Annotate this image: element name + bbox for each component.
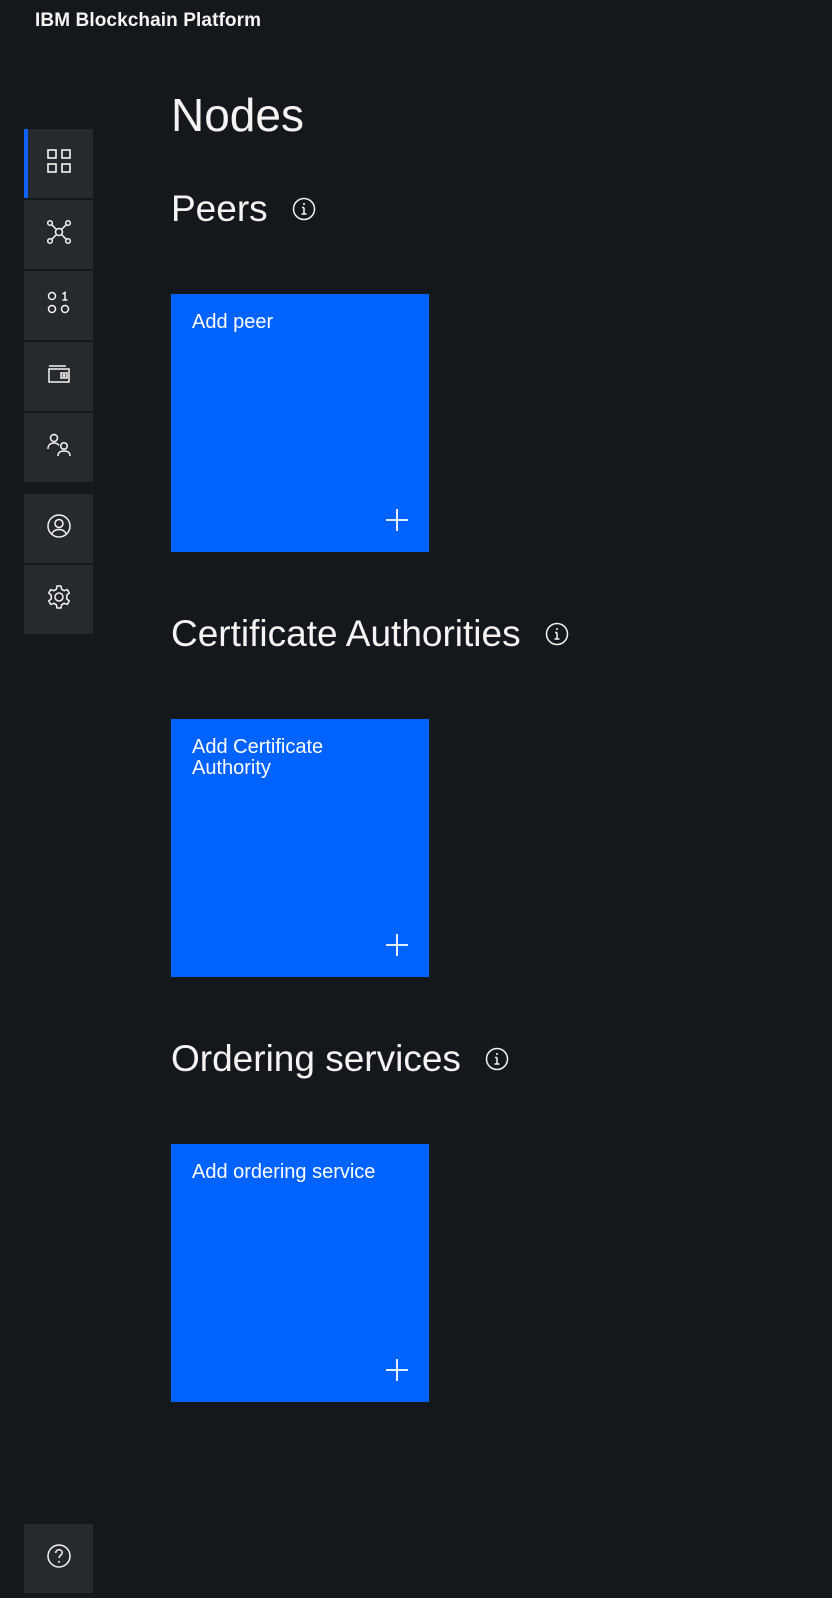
gear-icon — [46, 584, 72, 615]
sidebar-item-channels[interactable] — [24, 200, 93, 269]
sidebar-item-users[interactable] — [24, 494, 93, 563]
sidebar-item-organizations[interactable] — [24, 413, 93, 482]
help-icon — [46, 1543, 72, 1574]
wallet-icon — [46, 361, 72, 392]
dashboard-grid-icon — [46, 148, 72, 179]
app-title: IBM Blockchain Platform — [35, 10, 262, 31]
section-title-ordering-services: Ordering services — [171, 1038, 509, 1080]
user-avatar-icon — [46, 513, 72, 544]
app-root: IBM Blockchain Platform Nodes Peers Add … — [0, 0, 832, 1598]
sidebar-item-settings[interactable] — [24, 565, 93, 634]
section-title-certificate-authorities: Certificate Authorities — [171, 613, 569, 655]
tile-label: Add ordering service — [192, 1161, 376, 1183]
plus-icon — [386, 1359, 408, 1381]
add-ordering-service-tile[interactable]: Add ordering service — [171, 1144, 429, 1402]
sidebar-item-support[interactable] — [24, 1524, 93, 1593]
network-icon — [46, 219, 72, 250]
binary-code-icon — [46, 290, 72, 321]
add-certificate-authority-tile[interactable]: Add Certificate Authority — [171, 719, 429, 977]
info-icon[interactable] — [292, 197, 316, 221]
info-icon[interactable] — [485, 1047, 509, 1071]
plus-icon — [386, 509, 408, 531]
sidebar-item-wallet[interactable] — [24, 342, 93, 411]
section-title-label: Peers — [171, 188, 268, 229]
tile-label: Add Certificate Authority — [192, 736, 324, 779]
sidebar-item-smart-contracts[interactable] — [24, 271, 93, 340]
tile-label: Add peer — [192, 311, 274, 333]
section-title-peers: Peers — [171, 188, 316, 230]
add-peer-tile[interactable]: Add peer — [171, 294, 429, 552]
plus-icon — [386, 934, 408, 956]
section-title-label: Ordering services — [171, 1038, 461, 1079]
page-title: Nodes — [171, 89, 304, 141]
section-title-label: Certificate Authorities — [171, 613, 521, 654]
info-icon[interactable] — [545, 622, 569, 646]
user-group-icon — [46, 432, 72, 463]
sidebar-item-nodes[interactable] — [24, 129, 93, 198]
